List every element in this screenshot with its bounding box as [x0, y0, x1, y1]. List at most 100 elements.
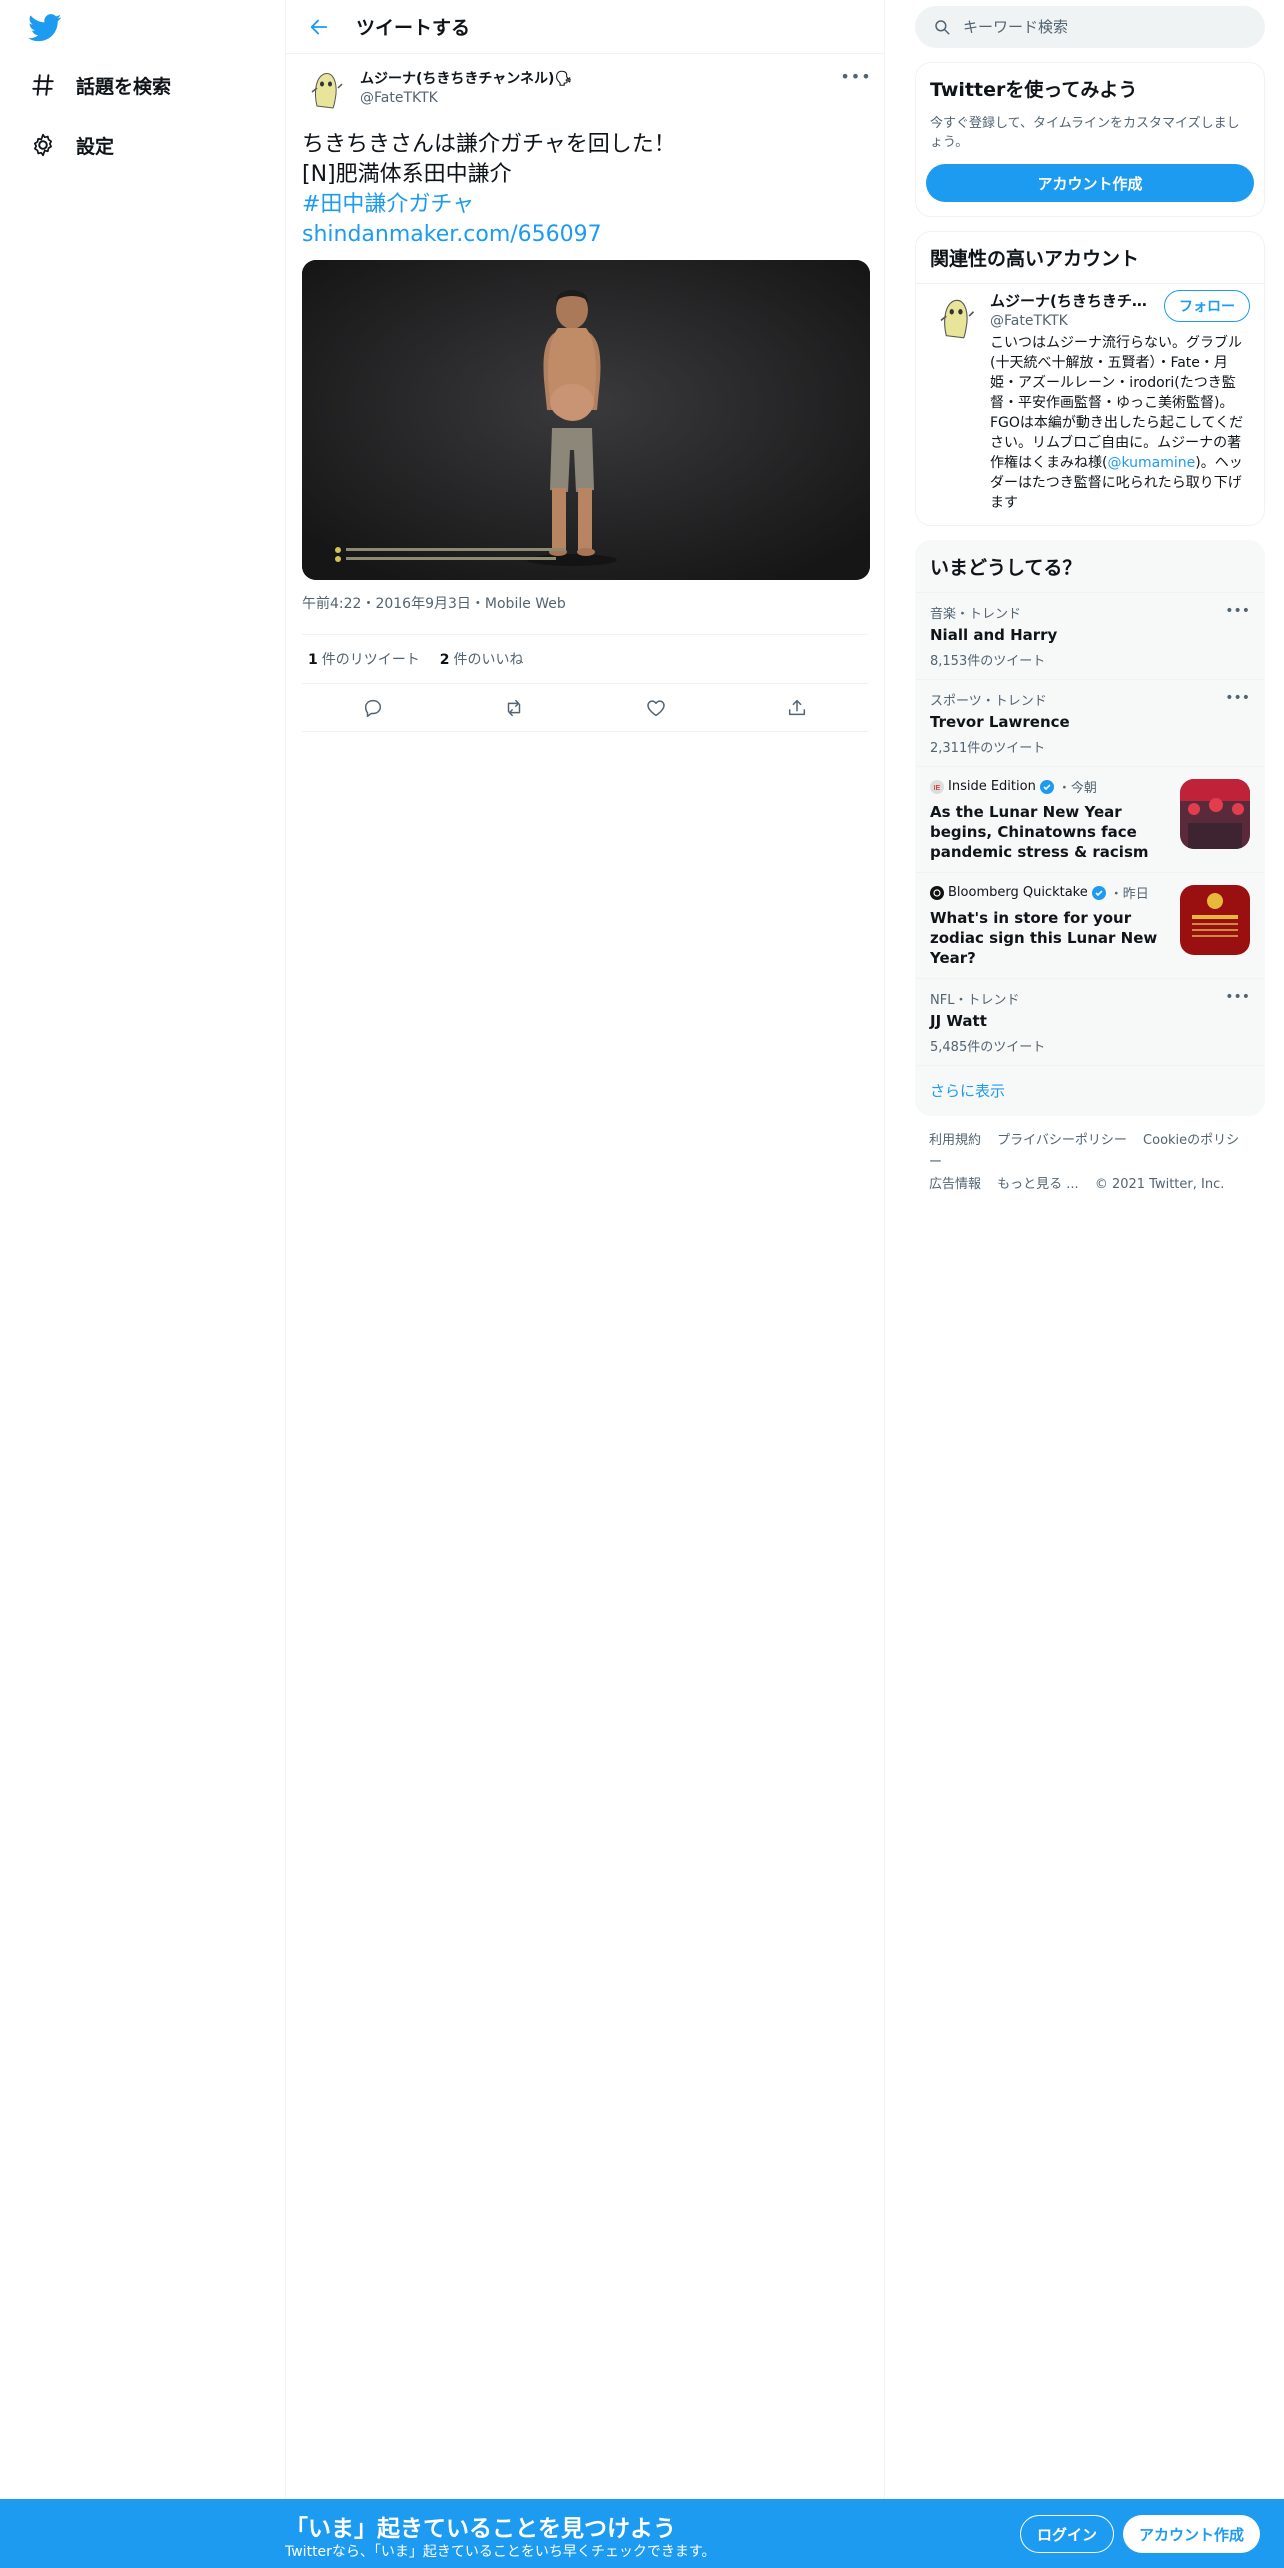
- related-card-title: 関連性の高いアカウント: [930, 248, 1140, 270]
- trend-name: JJ Watt: [930, 1012, 987, 1030]
- search-box[interactable]: [915, 6, 1265, 48]
- footer-link-privacy[interactable]: プライバシーポリシー: [997, 1133, 1127, 1148]
- bio-mention-link[interactable]: @kumamine: [1107, 455, 1195, 471]
- news-headline: What's in store for your zodiac sign thi…: [930, 909, 1158, 967]
- trend-item[interactable]: スポーツ・トレンド Trevor Lawrence 2,311件のツイート ••…: [916, 679, 1264, 766]
- verified-badge-icon: [1091, 885, 1106, 900]
- footer-link-terms[interactable]: 利用規約: [929, 1133, 981, 1148]
- likes-count: 2: [439, 652, 450, 668]
- source-logo-icon: [930, 885, 944, 900]
- more-options-icon[interactable]: •••: [1225, 603, 1250, 619]
- signup-card-title: Twitterを使ってみよう: [930, 79, 1138, 101]
- trend-context: NFL・トレンド: [930, 993, 1020, 1008]
- trend-context: 音楽・トレンド: [930, 607, 1022, 622]
- sidebar-right: Twitterを使ってみよう 今すぐ登録して、タイムラインをカスタマイズしましょ…: [915, 0, 1265, 1210]
- news-item[interactable]: IE Inside Edition ・今朝 As the Lunar New Y…: [916, 766, 1264, 872]
- more-options-icon[interactable]: •••: [840, 66, 870, 86]
- news-time: ・昨日: [1109, 887, 1149, 902]
- like-button[interactable]: [639, 691, 673, 725]
- tweet-time[interactable]: 午前4:22: [302, 596, 361, 612]
- news-time: ・今朝: [1057, 781, 1097, 796]
- footer-link-more[interactable]: もっと見る ...: [997, 1177, 1079, 1192]
- tweet-text-line: [N]肥満体系田中謙介: [302, 162, 512, 187]
- hashtag-icon: [28, 70, 58, 100]
- news-headline: As the Lunar New Year begins, Chinatowns…: [930, 803, 1149, 861]
- trends-card: いまどうしてる？ 音楽・トレンド Niall and Harry 8,153件の…: [915, 540, 1265, 1116]
- news-source-name: Inside Edition: [948, 779, 1036, 794]
- related-account[interactable]: ムジーナ(ちきちきチ... @FateTKTK フォロー こいつはムジーナ流行ら…: [916, 283, 1264, 525]
- news-source-name: Bloomberg Quicktake: [948, 885, 1088, 900]
- more-options-icon[interactable]: •••: [1225, 989, 1250, 1005]
- bio-text: こいつはムジーナ流行らない。グラブル(十天統べ十解放・五賢者）・Fate・月姫・…: [990, 335, 1244, 471]
- source-logo-icon: IE: [930, 779, 944, 794]
- share-button[interactable]: [780, 691, 814, 725]
- heart-icon: [647, 699, 665, 716]
- tweet-photo[interactable]: [302, 260, 870, 580]
- nav-item-settings[interactable]: 設定: [28, 125, 114, 165]
- gear-icon: [28, 130, 58, 160]
- footer-link-ads[interactable]: 広告情報: [929, 1177, 981, 1192]
- more-options-icon[interactable]: •••: [1225, 690, 1250, 706]
- related-accounts-card: 関連性の高いアカウント ムジーナ(ちきちきチ... @FateTKTK フォロー…: [915, 231, 1265, 526]
- search-input[interactable]: [963, 18, 1223, 36]
- search-icon: [935, 20, 950, 35]
- news-item[interactable]: Bloomberg Quicktake ・昨日 What's in store …: [916, 872, 1264, 978]
- trend-item[interactable]: 音楽・トレンド Niall and Harry 8,153件のツイート •••: [916, 592, 1264, 679]
- svg-text:IE: IE: [934, 785, 941, 792]
- related-account-body: ムジーナ(ちきちきチ... @FateTKTK フォロー こいつはムジーナ流行ら…: [990, 290, 1250, 513]
- tweet-author: ムジーナ(ちきちきチャンネル)🗣 @FateTKTK: [302, 64, 868, 118]
- author-meta: ムジーナ(ちきちきチャンネル)🗣 @FateTKTK: [360, 68, 572, 106]
- arrow-left-icon: [310, 19, 328, 34]
- bottom-bar-subtitle: Twitterなら、「いま」起きていることをいち早くチェックできます。: [285, 2544, 716, 2560]
- share-icon: [789, 699, 806, 715]
- url-link[interactable]: shindanmaker.com/656097: [302, 220, 868, 250]
- avatar[interactable]: [930, 290, 980, 340]
- back-button[interactable]: [304, 12, 334, 42]
- create-account-button[interactable]: アカウント作成: [926, 164, 1254, 202]
- hashtag-link[interactable]: #田中謙介ガチャ: [302, 190, 868, 220]
- tweet-actions: [302, 684, 868, 732]
- retweet-icon: [508, 699, 521, 716]
- news-thumbnail: [1180, 885, 1250, 955]
- page-header: ツイートする: [286, 0, 884, 54]
- trend-item[interactable]: NFL・トレンド JJ Watt 5,485件のツイート •••: [916, 978, 1264, 1065]
- nav-item-label: 話題を検索: [76, 75, 172, 98]
- trend-name: Trevor Lawrence: [930, 713, 1070, 731]
- avatar[interactable]: [302, 64, 348, 110]
- likes-stat[interactable]: 2 件のいいね: [440, 649, 524, 669]
- twitter-bird-icon[interactable]: [28, 14, 62, 42]
- follow-button[interactable]: フォロー: [1164, 290, 1250, 322]
- author-handle[interactable]: @FateTKTK: [360, 90, 572, 106]
- main-column: ツイートする ムジーナ(ちきちきチャンネル)🗣 @FateTKTK ••• ちき…: [285, 0, 885, 2500]
- tweet-text-line: ちきちきさんは謙介ガチャを回した！: [302, 132, 676, 157]
- trend-name: Niall and Harry: [930, 626, 1058, 644]
- nav-item-label: 設定: [76, 135, 115, 158]
- show-more-link[interactable]: さらに表示: [916, 1065, 1264, 1115]
- signup-button[interactable]: アカウント作成: [1123, 2515, 1261, 2553]
- reply-button[interactable]: [356, 691, 390, 725]
- tweet-text: ちきちきさんは謙介ガチャを回した！ [N]肥満体系田中謙介 #田中謙介ガチャ s…: [302, 130, 868, 250]
- trends-card-title: いまどうしてる？: [930, 557, 1082, 579]
- retweets-label: 件のリツイート: [321, 652, 420, 668]
- retweet-button[interactable]: [497, 691, 531, 725]
- tweet-source: Mobile Web: [484, 596, 566, 612]
- signup-card: Twitterを使ってみよう 今すぐ登録して、タイムラインをカスタマイズしましょ…: [915, 62, 1265, 217]
- footer-copyright: © 2021 Twitter, Inc.: [1094, 1177, 1225, 1192]
- related-account-name[interactable]: ムジーナ(ちきちきチ...: [990, 290, 1148, 311]
- left-nav: 話題を検索 設定: [0, 0, 285, 2500]
- tweet-date[interactable]: 2016年9月3日: [375, 596, 470, 612]
- related-account-handle[interactable]: @FateTKTK: [990, 313, 1148, 329]
- retweets-stat[interactable]: 1 件のリツイート: [308, 649, 420, 669]
- login-button[interactable]: ログイン: [1020, 2515, 1115, 2553]
- signup-bottom-bar: 「いま」起きていることを見つけよう Twitterなら、「いま」起きていることを…: [0, 2499, 1284, 2568]
- author-name[interactable]: ムジーナ(ちきちきチャンネル)🗣: [360, 68, 572, 88]
- verified-badge-icon: [1039, 779, 1054, 794]
- tweet-stats: 1 件のリツイート 2 件のいいね: [302, 634, 868, 684]
- trend-count: 2,311件のツイート: [930, 741, 1046, 756]
- bottom-bar-title: 「いま」起きていることを見つけよう: [285, 2516, 676, 2542]
- trend-context: スポーツ・トレンド: [930, 694, 1047, 709]
- news-thumbnail: [1180, 779, 1250, 849]
- news-source: Bloomberg Quicktake ・昨日: [930, 883, 1166, 902]
- trend-count: 8,153件のツイート: [930, 654, 1046, 669]
- nav-item-explore[interactable]: 話題を検索: [28, 65, 171, 105]
